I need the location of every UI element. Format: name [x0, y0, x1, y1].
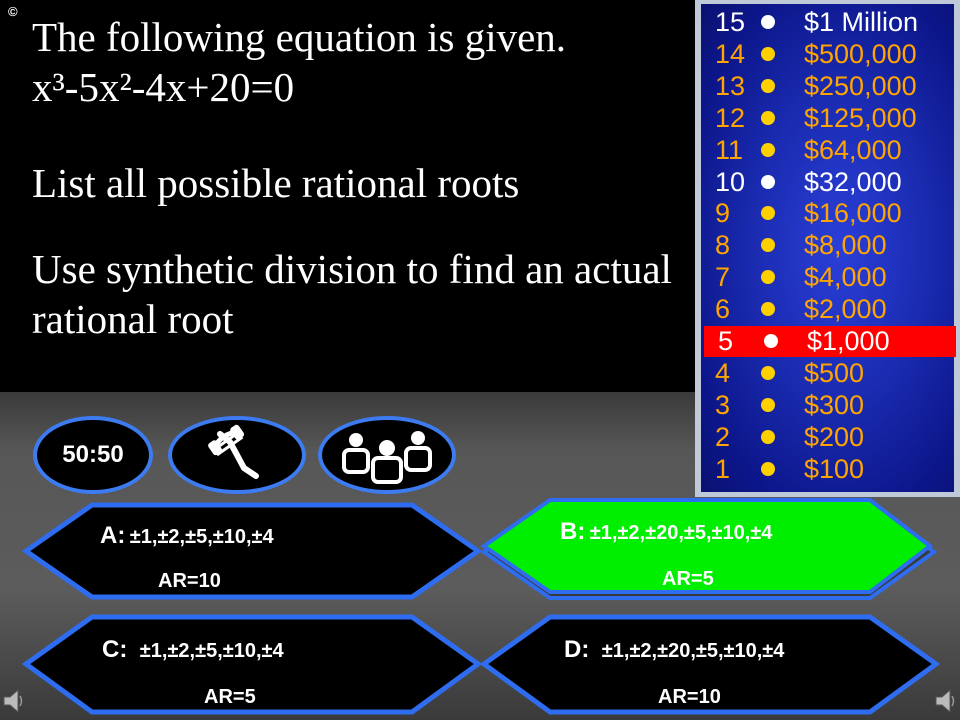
answer-c-label: C: ±1,±2,±5,±10,±4 — [102, 636, 284, 664]
answer-d-label: D: ±1,±2,±20,±5,±10,±4 — [564, 636, 784, 664]
money-ladder: 15 $1 Million 14 $500,000 13 $250,000 12 $125,0… — [695, 0, 960, 497]
ladder-rung: 4 $500 — [701, 358, 954, 389]
question-text: The following equation is given. x³-5x²-… — [32, 14, 567, 110]
ladder-rung-amount: $16,000 — [804, 198, 902, 229]
lifeline-phone-a-friend[interactable] — [168, 416, 306, 494]
ladder-rung-number: 13 — [715, 70, 746, 101]
answer-d-key: D: — [564, 636, 590, 663]
ladder-rung-number: 6 — [715, 294, 731, 325]
ladder-dot-icon — [761, 365, 775, 380]
answer-a-button[interactable]: A: ±1,±2,±5,±10,±4 AR=10 — [22, 500, 482, 602]
ladder-rung: 8 $8,000 — [701, 230, 954, 261]
ladder-rung-amount: $300 — [804, 389, 865, 420]
answer-d-ar: AR=10 — [658, 686, 721, 708]
ladder-rung-number: 3 — [715, 389, 731, 420]
ladder-rung-amount: $2,000 — [804, 294, 887, 325]
ladder-rung-number: 14 — [715, 38, 746, 69]
ladder-dot-icon — [761, 15, 775, 29]
answer-c-text: ±1,±2,±5,±10,±4 — [139, 640, 284, 662]
ladder-dot-icon — [761, 46, 775, 61]
ladder-dot-icon — [761, 110, 775, 125]
ladder-rung: 13 $250,000 — [701, 71, 954, 102]
money-ladder-panel: 15 $1 Million 14 $500,000 13 $250,000 12 $125,0… — [701, 4, 956, 492]
ladder-rung-number: 7 — [715, 262, 731, 293]
ladder-rung-amount: $8,000 — [804, 230, 887, 261]
answer-d-text: ±1,±2,±20,±5,±10,±4 — [601, 640, 785, 662]
lifeline-ask-the-audience[interactable] — [318, 416, 456, 494]
answer-b-label: B: ±1,±2,±20,±5,±10,±4 — [560, 518, 772, 546]
answer-b-text: ±1,±2,±20,±5,±10,±4 — [589, 522, 773, 544]
answer-a-label: A: ±1,±2,±5,±10,±4 — [100, 522, 274, 550]
ladder-rung-number: 2 — [715, 421, 731, 452]
ladder-rung-number: 11 — [715, 134, 744, 165]
answer-b-button[interactable]: B: ±1,±2,±20,±5,±10,±4 AR=5 — [478, 494, 938, 604]
ladder-rung-amount: $64,000 — [804, 134, 902, 165]
ladder-rung-amount: $1,000 — [807, 326, 890, 356]
answer-a-text: ±1,±2,±5,±10,±4 — [129, 526, 274, 548]
ladder-rung-amount: $200 — [804, 421, 865, 452]
speaker-left-icon[interactable] — [2, 686, 24, 716]
ladder-rung-amount: $500,000 — [804, 38, 917, 69]
ladder-dot-icon — [761, 397, 775, 412]
answer-c-button[interactable]: C: ±1,±2,±5,±10,±4 AR=5 — [22, 612, 482, 716]
ladder-rung: 1 $100 — [701, 454, 954, 485]
ladder-rung-amount: $4,000 — [804, 262, 887, 293]
ladder-rung-number: 9 — [715, 198, 731, 229]
ladder-rung-number: 5 — [718, 326, 734, 356]
answer-b-ar: AR=5 — [662, 568, 714, 590]
answer-a-ar: AR=10 — [158, 570, 221, 592]
phone-icon — [208, 424, 259, 479]
ladder-rung-amount: $125,000 — [804, 102, 917, 133]
audience-icon — [342, 431, 432, 484]
ladder-rung-number: 15 — [715, 7, 746, 37]
ladder-rung: 15 $1 Million — [701, 7, 954, 38]
ladder-rung: 12 $125,000 — [701, 103, 954, 134]
ladder-rung-number: 1 — [715, 453, 731, 484]
question-instruction-2: Use synthetic division to find an actual… — [32, 246, 672, 342]
ladder-dot-icon — [761, 78, 775, 93]
question-panel: © The following equation is given. x³-5x… — [0, 0, 695, 392]
answer-a-shape — [22, 502, 482, 600]
ladder-dot-icon — [761, 270, 775, 285]
ladder-rung-current: 5 $1,000 — [704, 326, 956, 357]
ladder-rung-amount: $32,000 — [804, 166, 902, 197]
ladder-rung: 6 $2,000 — [701, 294, 954, 325]
ladder-rung: 7 $4,000 — [701, 262, 954, 293]
ladder-dot-icon — [761, 429, 775, 444]
copyright-mark: © — [8, 4, 18, 19]
ladder-rung-amount: $100 — [804, 453, 865, 484]
ladder-rung: 14 $500,000 — [701, 39, 954, 70]
ladder-rung-number: 12 — [715, 102, 746, 133]
ladder-rung-amount: $1 Million — [804, 7, 919, 37]
question-instruction-1: List all possible rational roots — [32, 160, 520, 206]
ladder-rung: 11 $64,000 — [701, 135, 954, 166]
ladder-dot-icon — [761, 142, 775, 157]
ladder-rung-amount: $500 — [804, 357, 865, 388]
answer-a-key: A: — [100, 522, 126, 549]
ladder-dot-icon — [764, 334, 778, 348]
answer-c-ar: AR=5 — [204, 686, 256, 708]
answer-c-key: C: — [102, 636, 128, 663]
ladder-rung: 10 $32,000 — [701, 167, 954, 198]
speaker-right-icon[interactable] — [934, 686, 956, 716]
ladder-rung-number: 8 — [715, 230, 731, 261]
ladder-rung: 3 $300 — [701, 390, 954, 421]
ladder-dot-icon — [761, 302, 775, 317]
ladder-dot-icon — [761, 238, 775, 253]
ladder-rung-number: 4 — [715, 357, 731, 388]
ladder-rung: 2 $200 — [701, 422, 954, 453]
ladder-dot-icon — [761, 206, 775, 221]
ladder-rung-amount: $250,000 — [804, 70, 917, 101]
lifeline-fifty-fifty[interactable]: 50:50 — [33, 416, 153, 494]
answer-d-button[interactable]: D: ±1,±2,±20,±5,±10,±4 AR=10 — [480, 612, 940, 716]
ladder-rung: 9 $16,000 — [701, 198, 954, 229]
answer-b-key: B: — [560, 518, 586, 545]
ladder-dot-icon — [761, 461, 775, 476]
ladder-dot-icon — [761, 174, 775, 189]
fifty-fifty-label: 50:50 — [62, 441, 124, 468]
ladder-rung-number: 10 — [715, 166, 746, 197]
